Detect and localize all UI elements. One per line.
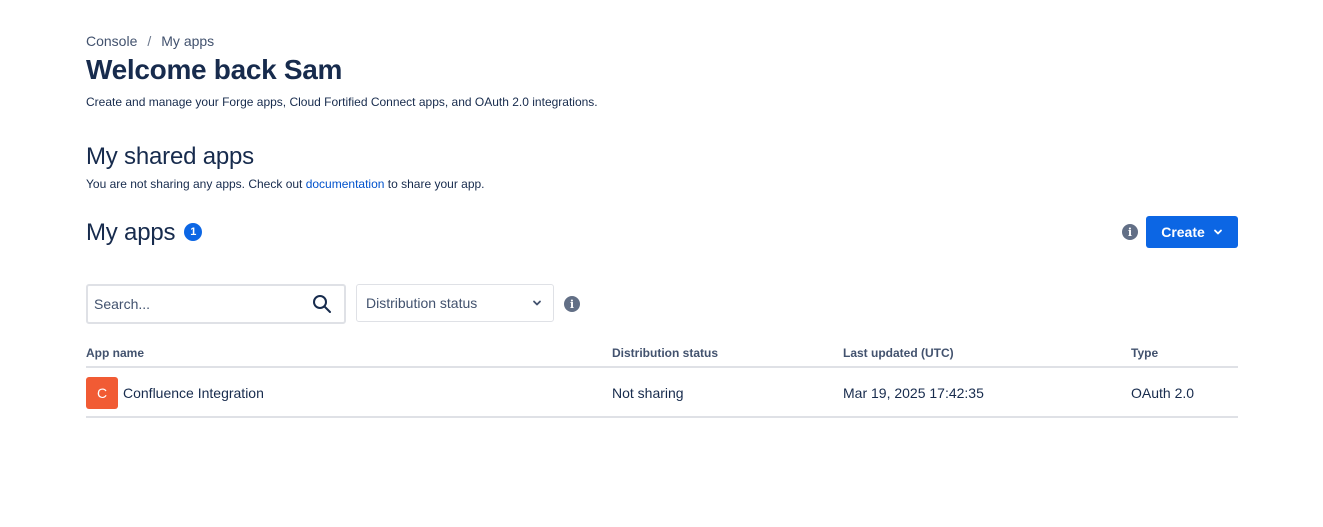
search-field xyxy=(86,284,346,324)
breadcrumb-my-apps[interactable]: My apps xyxy=(161,33,214,49)
chevron-down-icon xyxy=(533,300,541,306)
breadcrumb: Console / My apps xyxy=(86,32,214,50)
breadcrumb-console[interactable]: Console xyxy=(86,33,137,49)
search-icon[interactable] xyxy=(312,294,332,314)
info-icon[interactable]: i xyxy=(564,296,580,312)
last-updated-cell: Mar 19, 2025 17:42:35 xyxy=(843,385,984,401)
app-avatar: C xyxy=(86,377,118,409)
breadcrumb-separator: / xyxy=(147,33,152,49)
shared-apps-description: You are not sharing any apps. Check out … xyxy=(86,176,485,192)
shared-apps-text-after: to share your app. xyxy=(384,177,485,191)
console-page: Console / My apps Welcome back Sam Creat… xyxy=(0,0,1323,527)
type-cell: OAuth 2.0 xyxy=(1131,385,1195,401)
apps-table: App name Distribution status Last update… xyxy=(86,344,1238,418)
column-header-app-name[interactable]: App name xyxy=(86,346,144,360)
my-apps-header: My apps 1 xyxy=(86,218,203,248)
create-button-label: Create xyxy=(1161,224,1205,240)
distribution-status-select-label: Distribution status xyxy=(366,295,478,311)
app-count-badge: 1 xyxy=(184,222,203,241)
search-input[interactable] xyxy=(88,289,304,319)
shared-apps-text-before: You are not sharing any apps. Check out xyxy=(86,177,306,191)
shared-apps-title: My shared apps xyxy=(86,143,254,170)
documentation-link[interactable]: documentation xyxy=(306,177,385,191)
column-header-distribution-status[interactable]: Distribution status xyxy=(612,346,718,360)
column-header-type[interactable]: Type xyxy=(1131,346,1158,360)
chevron-down-icon xyxy=(1213,229,1222,235)
distribution-status-select[interactable]: Distribution status xyxy=(356,284,554,322)
distribution-status-cell: Not sharing xyxy=(612,385,684,401)
page-title: Welcome back Sam xyxy=(86,54,343,85)
info-icon[interactable]: i xyxy=(1122,224,1138,240)
create-button[interactable]: Create xyxy=(1146,216,1238,248)
table-header: App name Distribution status Last update… xyxy=(86,344,1238,368)
app-name-link[interactable]: Confluence Integration xyxy=(123,385,264,401)
page-description: Create and manage your Forge apps, Cloud… xyxy=(86,95,598,109)
column-header-last-updated[interactable]: Last updated (UTC) xyxy=(843,346,954,360)
my-apps-title: My apps xyxy=(86,219,176,246)
table-row[interactable]: C Confluence Integration Not sharing Mar… xyxy=(86,368,1238,418)
